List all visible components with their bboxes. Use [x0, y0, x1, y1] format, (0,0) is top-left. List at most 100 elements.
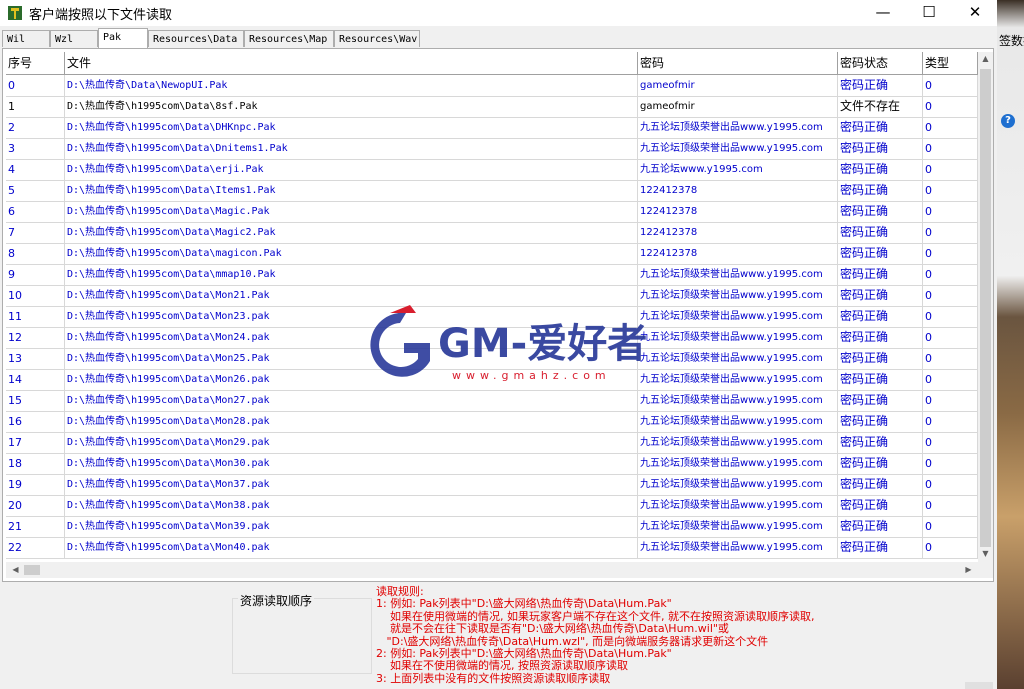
row-password-cell[interactable]: 九五论坛顶级荣誉出品www.y1995.com [638, 117, 838, 138]
row-password-cell[interactable]: 九五论坛顶级荣誉出品www.y1995.com [638, 306, 838, 327]
tab-resources-wav[interactable]: Resources\Wav [334, 30, 420, 47]
row-index-cell[interactable]: 9 [6, 264, 65, 285]
row-file-cell[interactable]: D:\热血传奇\h1995com\Data\Mon28.pak [65, 411, 638, 432]
row-index-cell[interactable]: 15 [6, 390, 65, 411]
row-status-cell[interactable]: 密码正确 [838, 453, 923, 474]
table-row[interactable]: 0 D:\热血传奇\Data\NewopUI.Pak gameofmir 密码正确 0 [6, 75, 978, 97]
row-file-cell[interactable]: D:\热血传奇\h1995com\Data\8sf.Pak [65, 96, 638, 117]
row-type-cell[interactable]: 0 [923, 453, 978, 474]
row-status-cell[interactable]: 文件不存在 [838, 96, 923, 117]
table-row[interactable]: 15 D:\热血传奇\h1995com\Data\Mon27.pak 九五论坛顶级荣… [6, 390, 978, 412]
row-file-cell[interactable]: D:\热血传奇\h1995com\Data\Mon40.pak [65, 537, 638, 558]
row-type-cell[interactable]: 0 [923, 432, 978, 453]
tab-wzl[interactable]: Wzl [50, 30, 98, 47]
row-file-cell[interactable]: D:\热血传奇\h1995com\Data\Mon39.pak [65, 516, 638, 537]
row-password-cell[interactable]: 九五论坛顶级荣誉出品www.y1995.com [638, 474, 838, 495]
row-password-cell[interactable]: 九五论坛顶级荣誉出品www.y1995.com [638, 432, 838, 453]
row-file-cell[interactable]: D:\热血传奇\h1995com\Data\Magic2.Pak [65, 222, 638, 243]
title-bar[interactable]: 客户端按照以下文件读取 — ☐ ✕ [0, 0, 997, 26]
row-password-cell[interactable]: gameofmir [638, 96, 838, 117]
row-index-cell[interactable]: 3 [6, 138, 65, 159]
row-index-cell[interactable]: 12 [6, 327, 65, 348]
row-type-cell[interactable]: 0 [923, 495, 978, 516]
tab-wil[interactable]: Wil [2, 30, 50, 47]
row-password-cell[interactable]: 九五论坛顶级荣誉出品www.y1995.com [638, 516, 838, 537]
row-status-cell[interactable]: 密码正确 [838, 306, 923, 327]
row-type-cell[interactable]: 0 [923, 390, 978, 411]
row-password-cell[interactable]: 九五论坛顶级荣誉出品www.y1995.com [638, 390, 838, 411]
row-status-cell[interactable]: 密码正确 [838, 474, 923, 495]
row-type-cell[interactable]: 0 [923, 306, 978, 327]
row-index-cell[interactable]: 11 [6, 306, 65, 327]
row-index-cell[interactable]: 4 [6, 159, 65, 180]
row-status-cell[interactable]: 密码正确 [838, 117, 923, 138]
row-status-cell[interactable]: 密码正确 [838, 411, 923, 432]
scroll-up-arrow-icon[interactable]: ▲ [978, 54, 993, 63]
row-type-cell[interactable]: 0 [923, 138, 978, 159]
table-row[interactable]: 21 D:\热血传奇\h1995com\Data\Mon39.pak 九五论坛顶级荣… [6, 516, 978, 538]
row-type-cell[interactable]: 0 [923, 411, 978, 432]
row-status-cell[interactable]: 密码正确 [838, 348, 923, 369]
row-password-cell[interactable]: 九五论坛顶级荣誉出品www.y1995.com [638, 369, 838, 390]
tab-resources-map[interactable]: Resources\Map [244, 30, 334, 47]
row-index-cell[interactable]: 7 [6, 222, 65, 243]
table-row[interactable]: 5 D:\热血传奇\h1995com\Data\Items1.Pak 1224123… [6, 180, 978, 202]
row-index-cell[interactable]: 2 [6, 117, 65, 138]
row-status-cell[interactable]: 密码正确 [838, 285, 923, 306]
row-status-cell[interactable]: 密码正确 [838, 243, 923, 264]
tab-resources-data[interactable]: Resources\Data [148, 30, 244, 47]
row-index-cell[interactable]: 18 [6, 453, 65, 474]
row-type-cell[interactable]: 0 [923, 180, 978, 201]
row-password-cell[interactable]: 九五论坛顶级荣誉出品www.y1995.com [638, 138, 838, 159]
column-header-file[interactable]: 文件 [65, 52, 638, 74]
row-type-cell[interactable]: 0 [923, 264, 978, 285]
vertical-scroll-thumb[interactable] [980, 69, 991, 547]
row-index-cell[interactable]: 10 [6, 285, 65, 306]
horizontal-scrollbar[interactable]: ◀ ▶ [6, 562, 978, 578]
row-type-cell[interactable]: 0 [923, 516, 978, 537]
table-row[interactable]: 18 D:\热血传奇\h1995com\Data\Mon30.pak 九五论坛顶级荣… [6, 453, 978, 475]
row-status-cell[interactable]: 密码正确 [838, 222, 923, 243]
row-password-cell[interactable]: 九五论坛顶级荣誉出品www.y1995.com [638, 537, 838, 558]
minimize-button[interactable]: — [860, 0, 906, 26]
scroll-right-arrow-icon[interactable]: ▶ [961, 565, 976, 574]
row-index-cell[interactable]: 13 [6, 348, 65, 369]
row-type-cell[interactable]: 0 [923, 201, 978, 222]
row-file-cell[interactable]: D:\热血传奇\h1995com\Data\Mon38.pak [65, 495, 638, 516]
row-file-cell[interactable]: D:\热血传奇\h1995com\Data\Mon37.pak [65, 474, 638, 495]
row-status-cell[interactable]: 密码正确 [838, 369, 923, 390]
row-file-cell[interactable]: D:\热血传奇\h1995com\Data\Mon27.pak [65, 390, 638, 411]
row-type-cell[interactable]: 0 [923, 474, 978, 495]
row-password-cell[interactable]: 九五论坛顶级荣誉出品www.y1995.com [638, 264, 838, 285]
row-index-cell[interactable]: 6 [6, 201, 65, 222]
row-type-cell[interactable]: 0 [923, 75, 978, 96]
row-index-cell[interactable]: 17 [6, 432, 65, 453]
maximize-button[interactable]: ☐ [906, 0, 952, 26]
row-file-cell[interactable]: D:\热血传奇\h1995com\Data\mmap10.Pak [65, 264, 638, 285]
vertical-scrollbar[interactable]: ▲ ▼ [978, 52, 993, 562]
row-password-cell[interactable]: 122412378 [638, 222, 838, 243]
table-row[interactable]: 7 D:\热血传奇\h1995com\Data\Magic2.Pak 1224123… [6, 222, 978, 244]
row-status-cell[interactable]: 密码正确 [838, 495, 923, 516]
row-file-cell[interactable]: D:\热血传奇\h1995com\Data\Items1.Pak [65, 180, 638, 201]
row-type-cell[interactable]: 0 [923, 537, 978, 558]
table-row[interactable]: 22 D:\热血传奇\h1995com\Data\Mon40.pak 九五论坛顶级荣… [6, 537, 978, 559]
row-index-cell[interactable]: 1 [6, 96, 65, 117]
column-header-index[interactable]: 序号 [6, 52, 65, 74]
row-index-cell[interactable]: 0 [6, 75, 65, 96]
table-row[interactable]: 4 D:\热血传奇\h1995com\Data\erji.Pak 九五论坛www.y… [6, 159, 978, 181]
row-file-cell[interactable]: D:\热血传奇\h1995com\Data\Mon29.pak [65, 432, 638, 453]
row-index-cell[interactable]: 22 [6, 537, 65, 558]
row-file-cell[interactable]: D:\热血传奇\h1995com\Data\magicon.Pak [65, 243, 638, 264]
row-password-cell[interactable]: 九五论坛顶级荣誉出品www.y1995.com [638, 285, 838, 306]
horizontal-scroll-thumb[interactable] [24, 565, 40, 575]
row-status-cell[interactable]: 密码正确 [838, 327, 923, 348]
row-password-cell[interactable]: 九五论坛www.y1995.com [638, 159, 838, 180]
row-type-cell[interactable]: 0 [923, 369, 978, 390]
table-row[interactable]: 8 D:\热血传奇\h1995com\Data\magicon.Pak 122412… [6, 243, 978, 265]
tab-pak[interactable]: Pak [98, 28, 148, 48]
row-password-cell[interactable]: 122412378 [638, 180, 838, 201]
row-status-cell[interactable]: 密码正确 [838, 390, 923, 411]
column-header-status[interactable]: 密码状态 [838, 52, 923, 74]
table-row[interactable]: 19 D:\热血传奇\h1995com\Data\Mon37.pak 九五论坛顶级荣… [6, 474, 978, 496]
